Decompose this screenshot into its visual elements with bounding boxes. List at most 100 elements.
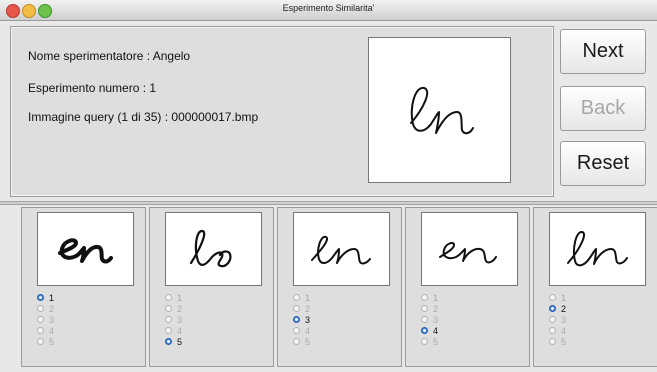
candidate-panel-1: 12345 — [21, 207, 146, 367]
rank-option-5[interactable]: 5 — [421, 336, 438, 347]
rank-option-3[interactable]: 3 — [37, 314, 54, 325]
rank-option-label: 4 — [561, 325, 567, 336]
radio-checked-icon[interactable] — [421, 327, 428, 334]
candidate-handwriting-image-5 — [549, 212, 646, 286]
rank-option-1[interactable]: 1 — [549, 292, 566, 303]
rank-option-label: 2 — [305, 303, 311, 314]
rank-option-4[interactable]: 4 — [165, 325, 182, 336]
split-pane-divider[interactable] — [0, 201, 657, 205]
rank-option-1[interactable]: 1 — [293, 292, 310, 303]
rank-option-3[interactable]: 3 — [549, 314, 566, 325]
rank-option-2[interactable]: 2 — [549, 303, 566, 314]
radio-unchecked-icon[interactable] — [37, 338, 44, 345]
rank-option-label: 1 — [49, 292, 55, 303]
radio-unchecked-icon[interactable] — [549, 338, 556, 345]
radio-unchecked-icon[interactable] — [37, 305, 44, 312]
radio-unchecked-icon[interactable] — [421, 338, 428, 345]
rank-option-label: 1 — [433, 292, 439, 303]
radio-unchecked-icon[interactable] — [421, 305, 428, 312]
rank-option-5[interactable]: 5 — [37, 336, 54, 347]
candidate-handwriting-image-1 — [37, 212, 134, 286]
radio-unchecked-icon[interactable] — [165, 327, 172, 334]
rank-option-3[interactable]: 3 — [421, 314, 438, 325]
rank-option-5[interactable]: 5 — [165, 336, 182, 347]
rank-option-label: 5 — [305, 336, 311, 347]
radio-unchecked-icon[interactable] — [293, 305, 300, 312]
next-button[interactable]: Next — [560, 29, 646, 74]
radio-unchecked-icon[interactable] — [165, 316, 172, 323]
rank-radio-group-1: 12345 — [37, 292, 54, 347]
info-panel: Nome sperimentatore : Angelo Esperimento… — [10, 26, 554, 197]
candidate-4-strokes — [439, 241, 497, 264]
rank-option-label: 3 — [177, 314, 183, 325]
rank-option-label: 2 — [177, 303, 183, 314]
query-handwriting-strokes — [410, 86, 474, 135]
rank-option-label: 2 — [49, 303, 55, 314]
radio-unchecked-icon[interactable] — [293, 338, 300, 345]
rank-option-5[interactable]: 5 — [293, 336, 310, 347]
rank-option-label: 4 — [305, 325, 311, 336]
candidate-handwriting-image-4 — [421, 212, 518, 286]
rank-option-label: 4 — [49, 325, 55, 336]
query-image-label: Immagine query (1 di 35) : 000000017.bmp — [28, 110, 259, 124]
radio-unchecked-icon[interactable] — [37, 327, 44, 334]
rank-option-label: 5 — [433, 336, 439, 347]
rank-option-2[interactable]: 2 — [165, 303, 182, 314]
experiment-number-label: Esperimento numero : 1 — [28, 81, 157, 95]
candidate-handwriting-image-3 — [293, 212, 390, 286]
radio-unchecked-icon[interactable] — [549, 316, 556, 323]
candidate-panel-3: 12345 — [277, 207, 402, 367]
radio-unchecked-icon[interactable] — [293, 294, 300, 301]
rank-option-label: 3 — [305, 314, 311, 325]
rank-option-4[interactable]: 4 — [421, 325, 438, 336]
rank-option-label: 4 — [433, 325, 439, 336]
candidate-3-strokes — [311, 235, 371, 265]
rank-option-label: 2 — [561, 303, 567, 314]
radio-unchecked-icon[interactable] — [549, 327, 556, 334]
experimenter-label: Nome sperimentatore : Angelo — [28, 49, 191, 63]
radio-unchecked-icon[interactable] — [165, 305, 172, 312]
window-title: Esperimento Similarita' — [282, 3, 375, 13]
rank-option-2[interactable]: 2 — [37, 303, 54, 314]
rank-option-label: 5 — [177, 336, 183, 347]
rank-option-4[interactable]: 4 — [293, 325, 310, 336]
rank-option-1[interactable]: 1 — [421, 292, 438, 303]
radio-unchecked-icon[interactable] — [421, 316, 428, 323]
radio-checked-icon[interactable] — [165, 338, 172, 345]
rank-option-3[interactable]: 3 — [165, 314, 182, 325]
rank-option-label: 5 — [49, 336, 55, 347]
rank-option-label: 3 — [561, 314, 567, 325]
radio-checked-icon[interactable] — [293, 316, 300, 323]
radio-unchecked-icon[interactable] — [37, 316, 44, 323]
rank-option-label: 1 — [305, 292, 311, 303]
rank-option-1[interactable]: 1 — [37, 292, 54, 303]
candidate-handwriting-image-2 — [165, 212, 262, 286]
title-bar: Esperimento Similarita' — [0, 0, 657, 21]
candidate-2-strokes — [189, 229, 232, 268]
rank-option-4[interactable]: 4 — [549, 325, 566, 336]
rank-radio-group-4: 12345 — [421, 292, 438, 347]
rank-option-3[interactable]: 3 — [293, 314, 310, 325]
back-button[interactable]: Back — [560, 86, 646, 131]
reset-button[interactable]: Reset — [560, 141, 646, 186]
rank-option-5[interactable]: 5 — [549, 336, 566, 347]
rank-option-label: 3 — [49, 314, 55, 325]
rank-option-2[interactable]: 2 — [421, 303, 438, 314]
rank-option-1[interactable]: 1 — [165, 292, 182, 303]
rank-radio-group-2: 12345 — [165, 292, 182, 347]
radio-checked-icon[interactable] — [549, 305, 556, 312]
radio-unchecked-icon[interactable] — [421, 294, 428, 301]
rank-option-2[interactable]: 2 — [293, 303, 310, 314]
rank-option-label: 1 — [177, 292, 183, 303]
radio-unchecked-icon[interactable] — [165, 294, 172, 301]
rank-option-label: 4 — [177, 325, 183, 336]
rank-option-label: 3 — [433, 314, 439, 325]
radio-checked-icon[interactable] — [37, 294, 44, 301]
radio-unchecked-icon[interactable] — [293, 327, 300, 334]
rank-option-label: 5 — [561, 336, 567, 347]
rank-option-4[interactable]: 4 — [37, 325, 54, 336]
radio-unchecked-icon[interactable] — [549, 294, 556, 301]
candidate-panel-2: 12345 — [149, 207, 274, 367]
rank-radio-group-3: 12345 — [293, 292, 310, 347]
rank-radio-group-5: 12345 — [549, 292, 566, 347]
